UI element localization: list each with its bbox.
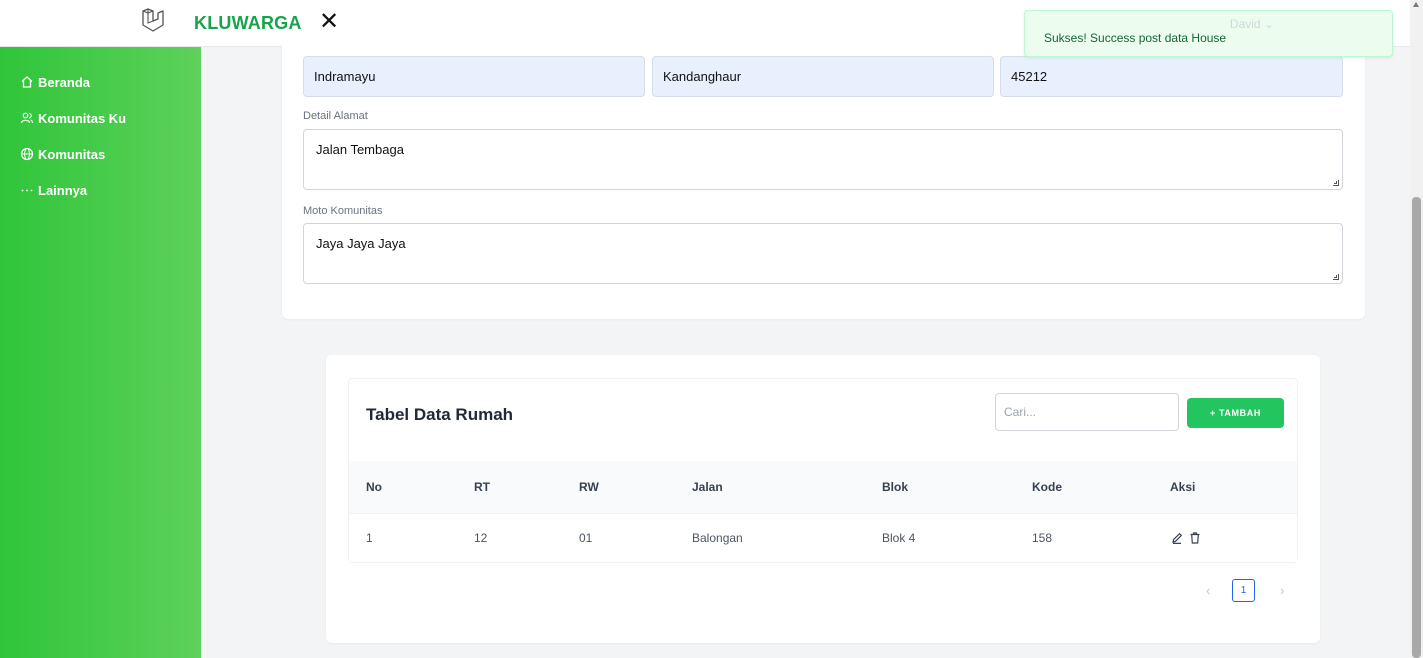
detail-address-label: Detail Alamat (303, 110, 368, 122)
cell-blok: Blok 4 (882, 531, 916, 545)
pagination-next-icon[interactable]: › (1280, 583, 1284, 598)
detail-address-textarea[interactable]: Jalan Tembaga (303, 129, 1343, 190)
page-scrollbar[interactable] (1410, 0, 1423, 658)
scroll-up-icon[interactable] (1413, 2, 1419, 7)
sidebar-item-lainnya[interactable]: Lainnya (20, 179, 87, 201)
column-header-rt[interactable]: RT (474, 461, 490, 513)
edit-icon[interactable] (1170, 531, 1184, 545)
cell-kode: 158 (1032, 531, 1053, 545)
toast-message: Sukses! Success post data House (1044, 31, 1227, 45)
cell-rw: 01 (579, 531, 593, 545)
sidebar-item-label: Lainnya (38, 182, 88, 198)
home-icon (21, 76, 33, 88)
pagination-page-1[interactable]: 1 (1232, 579, 1255, 602)
resize-handle-icon[interactable] (1333, 180, 1339, 186)
sidebar-item-komunitas[interactable]: Komunitas (20, 143, 105, 165)
sidebar-item-komunitas-ku[interactable]: Komunitas Ku (20, 107, 126, 129)
delete-icon[interactable] (1188, 531, 1202, 545)
more-icon (21, 189, 33, 192)
column-header-jalan[interactable]: Jalan (692, 461, 723, 513)
city-field[interactable]: Indramayu (303, 56, 645, 97)
success-toast: David ⌄ Sukses! Success post data House (1024, 10, 1393, 57)
search-input[interactable]: Cari... (995, 393, 1179, 431)
table-header: No RT RW Jalan Blok Kode Aksi (349, 461, 1297, 513)
users-icon (20, 112, 34, 124)
detail-address-value: Jalan Tembaga (316, 142, 404, 157)
motto-label: Moto Komunitas (303, 205, 383, 217)
sidebar-item-label: Beranda (38, 74, 91, 90)
user-menu-ghost: David ⌄ (1229, 17, 1274, 31)
sidebar-item-beranda[interactable]: Beranda (20, 71, 90, 93)
scrollbar-thumb[interactable] (1412, 197, 1421, 658)
globe-icon (20, 147, 34, 161)
district-field[interactable]: Kandanghaur (652, 56, 994, 97)
sidebar-item-label: Komunitas (38, 146, 106, 162)
column-header-aksi: Aksi (1170, 480, 1196, 494)
column-header-blok[interactable]: Blok (882, 461, 908, 513)
sidebar-item-label: Komunitas Ku (38, 110, 127, 126)
table-title: Tabel Data Rumah (366, 405, 514, 424)
house-table: Tabel Data Rumah Cari... + TAMBAH No RT … (348, 378, 1298, 563)
house-table-card: Tabel Data Rumah Cari... + TAMBAH No RT … (326, 355, 1320, 643)
column-header-kode[interactable]: Kode (1032, 461, 1062, 513)
laravel-logo-icon[interactable] (140, 8, 166, 34)
pagination-prev-icon[interactable]: ‹ (1206, 583, 1210, 598)
motto-value: Jaya Jaya Jaya (316, 236, 406, 251)
postal-code-field[interactable]: 45212 (1000, 56, 1343, 97)
cell-jalan: Balongan (692, 531, 743, 545)
close-icon[interactable]: ✕ (319, 9, 339, 35)
column-header-no[interactable]: No (366, 461, 382, 513)
cell-no: 1 (366, 531, 373, 545)
resize-handle-icon[interactable] (1333, 274, 1339, 280)
column-header-rw[interactable]: RW (579, 461, 599, 513)
brand-title[interactable]: KLUWARGA (194, 13, 302, 34)
motto-textarea[interactable]: Jaya Jaya Jaya (303, 223, 1343, 284)
table-row: 1 12 01 Balongan Blok 4 158 (349, 513, 1297, 562)
add-button[interactable]: + TAMBAH (1187, 398, 1284, 428)
sidebar: Beranda Komunitas Ku Komunitas Lainnya (0, 47, 201, 658)
cell-rt: 12 (474, 531, 488, 545)
